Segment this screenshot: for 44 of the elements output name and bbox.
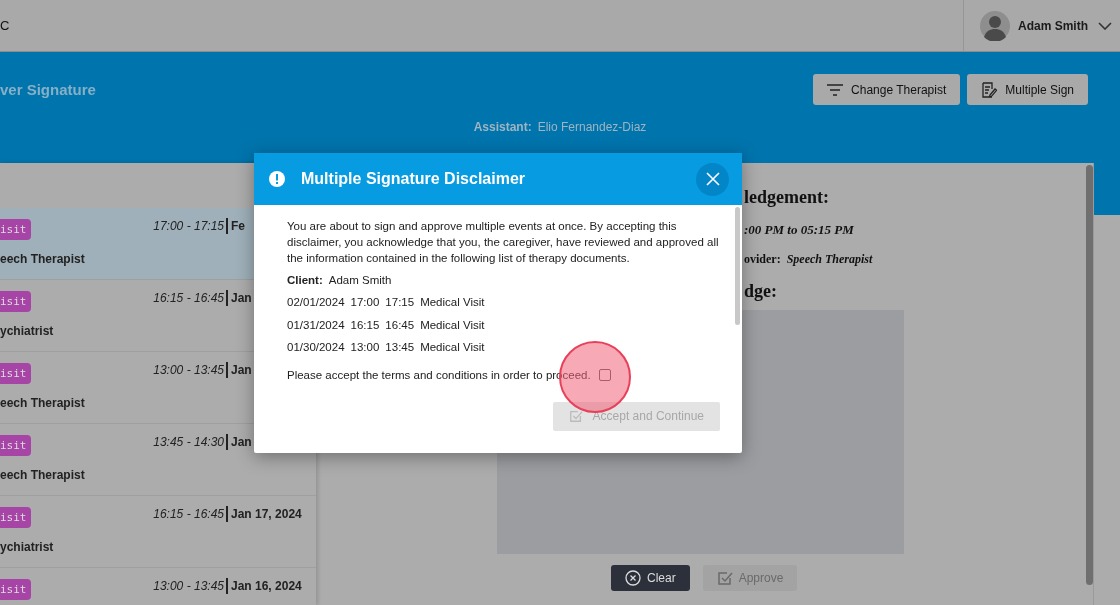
event-tag: isit: [0, 506, 31, 528]
event-provider: eech Therapist: [0, 396, 86, 410]
event-provider: eech Therapist: [0, 252, 86, 266]
event-date: Jan 17, 2024: [230, 507, 302, 521]
event-end: 13:45: [385, 340, 415, 355]
event-tag: isit: [0, 290, 31, 312]
event-provider: ychiatrist: [0, 540, 55, 554]
event-date: Jan 16, 2024: [230, 579, 302, 593]
event-date: Jan: [230, 435, 252, 449]
event-type: Medical Visit: [420, 295, 485, 310]
event-tag: isit: [0, 578, 31, 600]
client-name: Adam Smith: [328, 273, 392, 288]
brand-text: C: [0, 18, 10, 33]
section-heading: dge:: [744, 281, 778, 302]
event-type: Medical Visit: [420, 317, 485, 333]
provider-label: ovider:: [744, 252, 781, 267]
event-date: Jan: [230, 363, 252, 377]
event-provider: eech Therapist: [0, 468, 86, 482]
event-time: 16:15 - 16:45: [153, 290, 228, 306]
event-date: Jan: [230, 291, 252, 305]
event-tag: isit: [0, 362, 31, 384]
event-provider: ychiatrist: [0, 324, 55, 338]
event-tag: isit: [0, 434, 31, 456]
document-time: :00 PM to 05:15 PM: [744, 222, 855, 238]
document-heading: ledgement:: [744, 187, 830, 208]
event-time: 13:00 - 13:45: [153, 362, 228, 378]
event-time: 16:15 - 16:45: [153, 506, 228, 522]
event-time: 13:45 - 14:30: [153, 434, 228, 450]
event-start: 13:00: [350, 340, 380, 355]
event-tag: isit: [0, 218, 31, 240]
event-start: 17:00: [350, 295, 380, 310]
event-date: Fe: [230, 219, 245, 233]
event-end: 17:15: [385, 295, 415, 310]
dialog-title: Multiple Signature Disclaimer: [301, 170, 526, 188]
event-type: Medical Visit: [420, 340, 485, 355]
assistant-label: Assistant:: [473, 120, 532, 134]
event-start: 16:15: [350, 317, 380, 333]
provider-value: Speech Therapist: [786, 252, 873, 267]
page-title: ver Signature: [0, 81, 96, 98]
assistant-name: Elio Fernandez-Diaz: [537, 120, 647, 134]
event-time: 13:00 - 13:45: [153, 578, 228, 594]
event-end: 16:45: [385, 317, 415, 333]
event-time: 17:00 - 17:15: [153, 218, 228, 234]
user-name: Adam Smith: [1018, 18, 1089, 33]
